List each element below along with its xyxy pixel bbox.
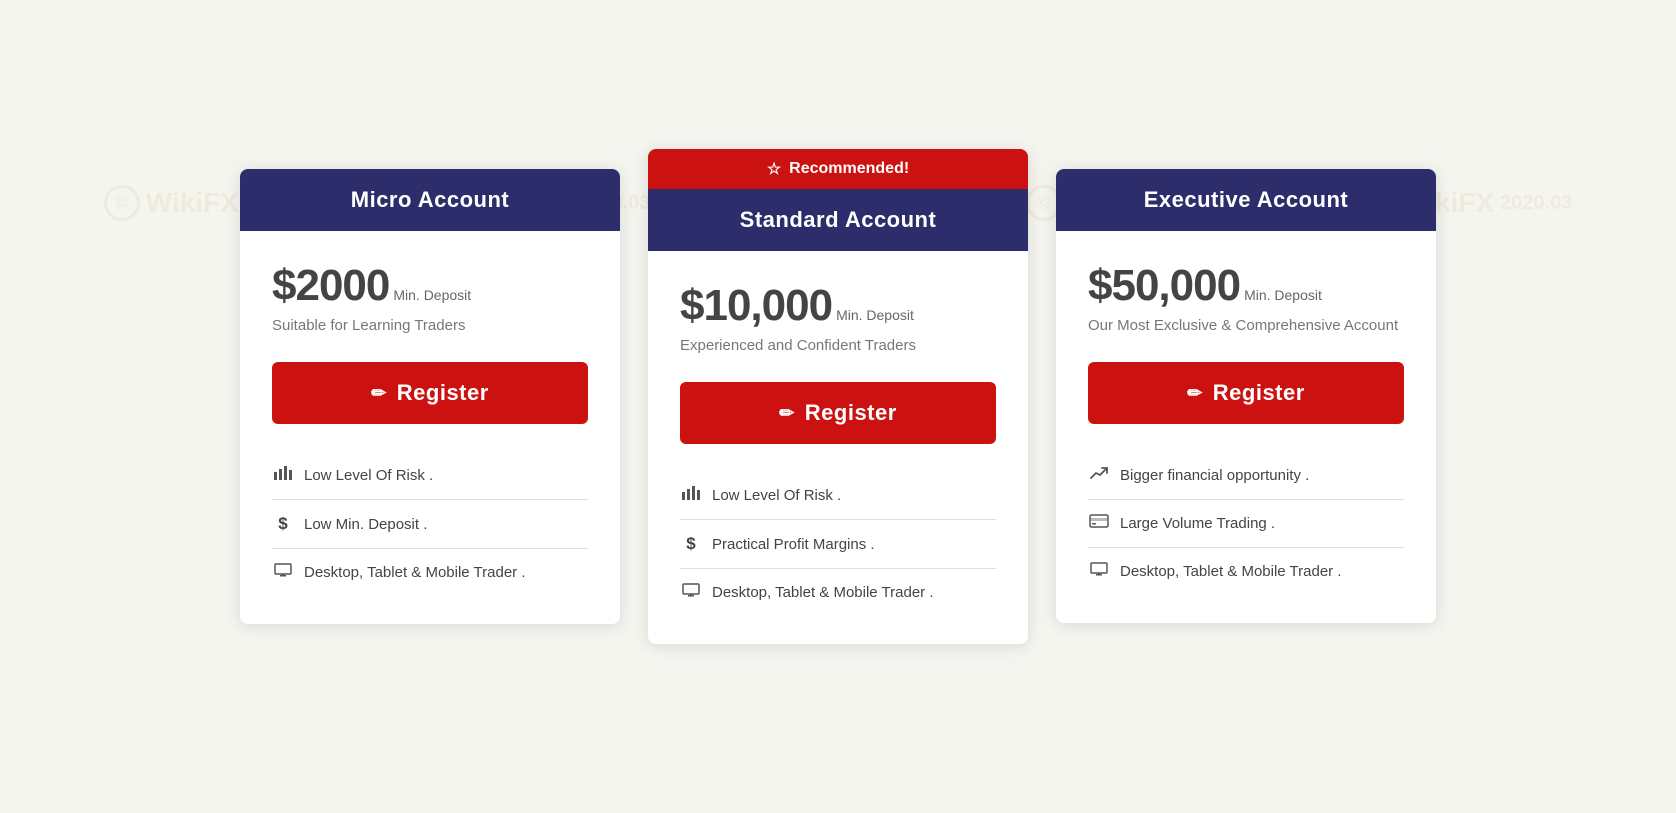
monitor-icon xyxy=(272,563,294,582)
standard-description: Experienced and Confident Traders xyxy=(680,337,996,354)
bar-chart-icon xyxy=(680,486,702,505)
executive-price-main: $50,000 xyxy=(1088,261,1240,311)
dollar-icon: $ xyxy=(272,514,294,534)
executive-price-row: $50,000 Min. Deposit xyxy=(1088,261,1404,311)
standard-feature-3: Desktop, Tablet & Mobile Trader . xyxy=(712,584,934,601)
micro-price-main: $2000 xyxy=(272,261,389,311)
pencil-icon: ✏ xyxy=(371,383,387,404)
micro-feature-2: Low Min. Deposit . xyxy=(304,516,427,533)
micro-feature-1: Low Level Of Risk . xyxy=(304,467,433,484)
executive-feature-list: Bigger financial opportunity . Large Vol… xyxy=(1088,452,1404,595)
pencil-icon: ✏ xyxy=(1187,383,1203,404)
list-item: $ Low Min. Deposit . xyxy=(272,499,588,548)
standard-feature-1: Low Level Of Risk . xyxy=(712,487,841,504)
star-icon: ☆ xyxy=(767,159,781,179)
micro-feature-list: Low Level Of Risk . $ Low Min. Deposit . xyxy=(272,452,588,596)
trend-up-icon xyxy=(1088,466,1110,485)
executive-card-body: $50,000 Min. Deposit Our Most Exclusive … xyxy=(1056,231,1436,623)
executive-register-label: Register xyxy=(1213,380,1305,406)
executive-account-card: Executive Account $50,000 Min. Deposit O… xyxy=(1056,169,1436,623)
standard-card-header: Standard Account xyxy=(648,189,1028,251)
list-item: Desktop, Tablet & Mobile Trader . xyxy=(272,548,588,596)
list-item: Low Level Of Risk . xyxy=(272,452,588,499)
executive-card-header: Executive Account xyxy=(1056,169,1436,231)
standard-price-sub: Min. Deposit xyxy=(836,307,914,323)
standard-card-body: $10,000 Min. Deposit Experienced and Con… xyxy=(648,251,1028,644)
micro-register-label: Register xyxy=(397,380,489,406)
list-item: Desktop, Tablet & Mobile Trader . xyxy=(1088,547,1404,595)
micro-account-card: Micro Account $2000 Min. Deposit Suitabl… xyxy=(240,169,620,624)
pricing-cards: Micro Account $2000 Min. Deposit Suitabl… xyxy=(220,129,1456,684)
monitor-icon xyxy=(680,583,702,602)
micro-register-button[interactable]: ✏ Register xyxy=(272,362,588,424)
dollar-icon: $ xyxy=(680,534,702,554)
micro-card-body: $2000 Min. Deposit Suitable for Learning… xyxy=(240,231,620,624)
standard-feature-list: Low Level Of Risk . $ Practical Profit M… xyxy=(680,472,996,616)
credit-card-icon xyxy=(1088,514,1110,533)
executive-feature-2: Large Volume Trading . xyxy=(1120,515,1275,532)
recommended-bar: ☆ Recommended! xyxy=(648,149,1028,189)
standard-register-button[interactable]: ✏ Register xyxy=(680,382,996,444)
standard-price-row: $10,000 Min. Deposit xyxy=(680,281,996,331)
executive-feature-1: Bigger financial opportunity . xyxy=(1120,467,1309,484)
standard-register-label: Register xyxy=(805,400,897,426)
standard-price-main: $10,000 xyxy=(680,281,832,331)
list-item: Bigger financial opportunity . xyxy=(1088,452,1404,499)
standard-feature-2: Practical Profit Margins . xyxy=(712,536,875,553)
executive-price-sub: Min. Deposit xyxy=(1244,287,1322,303)
micro-description: Suitable for Learning Traders xyxy=(272,317,588,334)
micro-price-row: $2000 Min. Deposit xyxy=(272,261,588,311)
list-item: Low Level Of Risk . xyxy=(680,472,996,519)
pencil-icon: ✏ xyxy=(779,403,795,424)
micro-card-header: Micro Account xyxy=(240,169,620,231)
executive-feature-3: Desktop, Tablet & Mobile Trader . xyxy=(1120,563,1342,580)
executive-description: Our Most Exclusive & Comprehensive Accou… xyxy=(1088,317,1404,334)
list-item: Desktop, Tablet & Mobile Trader . xyxy=(680,568,996,616)
monitor-icon xyxy=(1088,562,1110,581)
list-item: Large Volume Trading . xyxy=(1088,499,1404,547)
micro-feature-3: Desktop, Tablet & Mobile Trader . xyxy=(304,564,526,581)
list-item: $ Practical Profit Margins . xyxy=(680,519,996,568)
recommended-label: Recommended! xyxy=(789,160,909,178)
micro-price-sub: Min. Deposit xyxy=(393,287,471,303)
standard-account-card: ☆ Recommended! Standard Account $10,000 … xyxy=(648,149,1028,644)
bar-chart-icon xyxy=(272,466,294,485)
executive-register-button[interactable]: ✏ Register xyxy=(1088,362,1404,424)
